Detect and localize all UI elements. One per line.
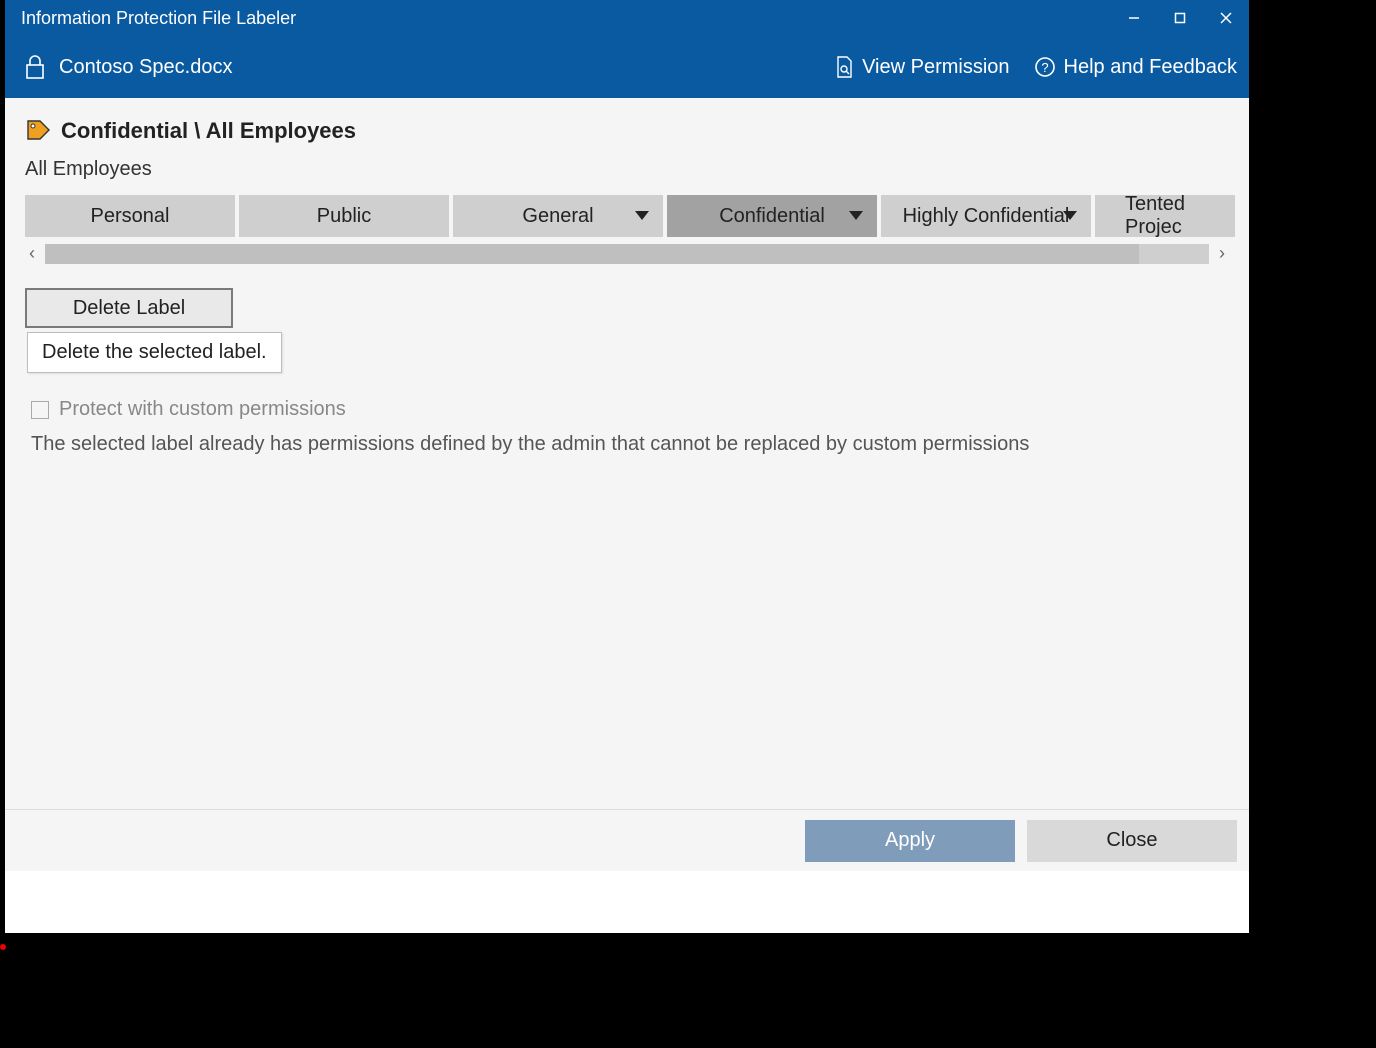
delete-label-button[interactable]: Delete Label — [25, 288, 233, 328]
titlebar: Information Protection File Labeler — [5, 0, 1249, 36]
filename-label: Contoso Spec.docx — [59, 56, 232, 79]
chip-label: Public — [317, 205, 371, 228]
label-chip-confidential[interactable]: Confidential — [667, 195, 877, 237]
tag-icon — [25, 118, 51, 144]
current-sublabel: All Employees — [5, 150, 1249, 195]
chip-label: General — [522, 205, 593, 228]
label-chip-general[interactable]: General — [453, 195, 663, 237]
current-label-path: Confidential \ All Employees — [61, 118, 356, 144]
label-chip-personal[interactable]: Personal — [25, 195, 235, 237]
permissions-info-text: The selected label already has permissio… — [5, 421, 1249, 456]
toolbar: Contoso Spec.docx View Permission ? Help… — [5, 36, 1249, 98]
document-permission-icon — [834, 55, 854, 79]
custom-permissions-checkbox[interactable] — [31, 401, 49, 419]
close-button[interactable]: Close — [1027, 820, 1237, 862]
label-chip-tented[interactable]: Tented Projec — [1095, 195, 1235, 237]
maximize-button[interactable] — [1157, 0, 1203, 36]
red-dot-icon — [0, 944, 6, 950]
label-chip-row: Personal Public General Confidential — [25, 195, 1235, 237]
chip-label: Tented Projec — [1125, 195, 1235, 237]
chevron-down-icon — [849, 211, 863, 221]
scroll-left-arrow[interactable]: ‹ — [25, 243, 39, 264]
lock-icon — [23, 53, 47, 81]
close-window-button[interactable] — [1203, 0, 1249, 36]
chevron-down-icon — [635, 211, 649, 221]
minimize-button[interactable] — [1111, 0, 1157, 36]
scroll-thumb[interactable] — [45, 244, 1139, 264]
view-permission-link[interactable]: View Permission — [834, 55, 1009, 79]
window-title: Information Protection File Labeler — [21, 8, 296, 29]
footer: Apply Close — [5, 809, 1249, 871]
label-chip-highly-confidential[interactable]: Highly Confidential — [881, 195, 1091, 237]
chip-label: Personal — [91, 205, 170, 228]
chip-label: Highly Confidential — [903, 205, 1070, 228]
label-chip-public[interactable]: Public — [239, 195, 449, 237]
chip-label: Confidential — [719, 205, 825, 228]
scroll-right-arrow[interactable]: › — [1215, 243, 1229, 264]
scroll-track[interactable] — [45, 244, 1209, 264]
help-feedback-label: Help and Feedback — [1064, 56, 1237, 79]
view-permission-label: View Permission — [862, 56, 1009, 79]
chevron-down-icon — [1063, 211, 1077, 221]
apply-button[interactable]: Apply — [805, 820, 1015, 862]
custom-permissions-label: Protect with custom permissions — [59, 398, 346, 421]
help-icon: ? — [1034, 56, 1056, 78]
help-feedback-link[interactable]: ? Help and Feedback — [1034, 56, 1237, 79]
svg-text:?: ? — [1041, 60, 1048, 75]
chip-scrollbar[interactable]: ‹ › — [25, 243, 1229, 264]
delete-label-tooltip: Delete the selected label. — [27, 332, 282, 373]
body-area: Confidential \ All Employees All Employe… — [5, 98, 1249, 871]
